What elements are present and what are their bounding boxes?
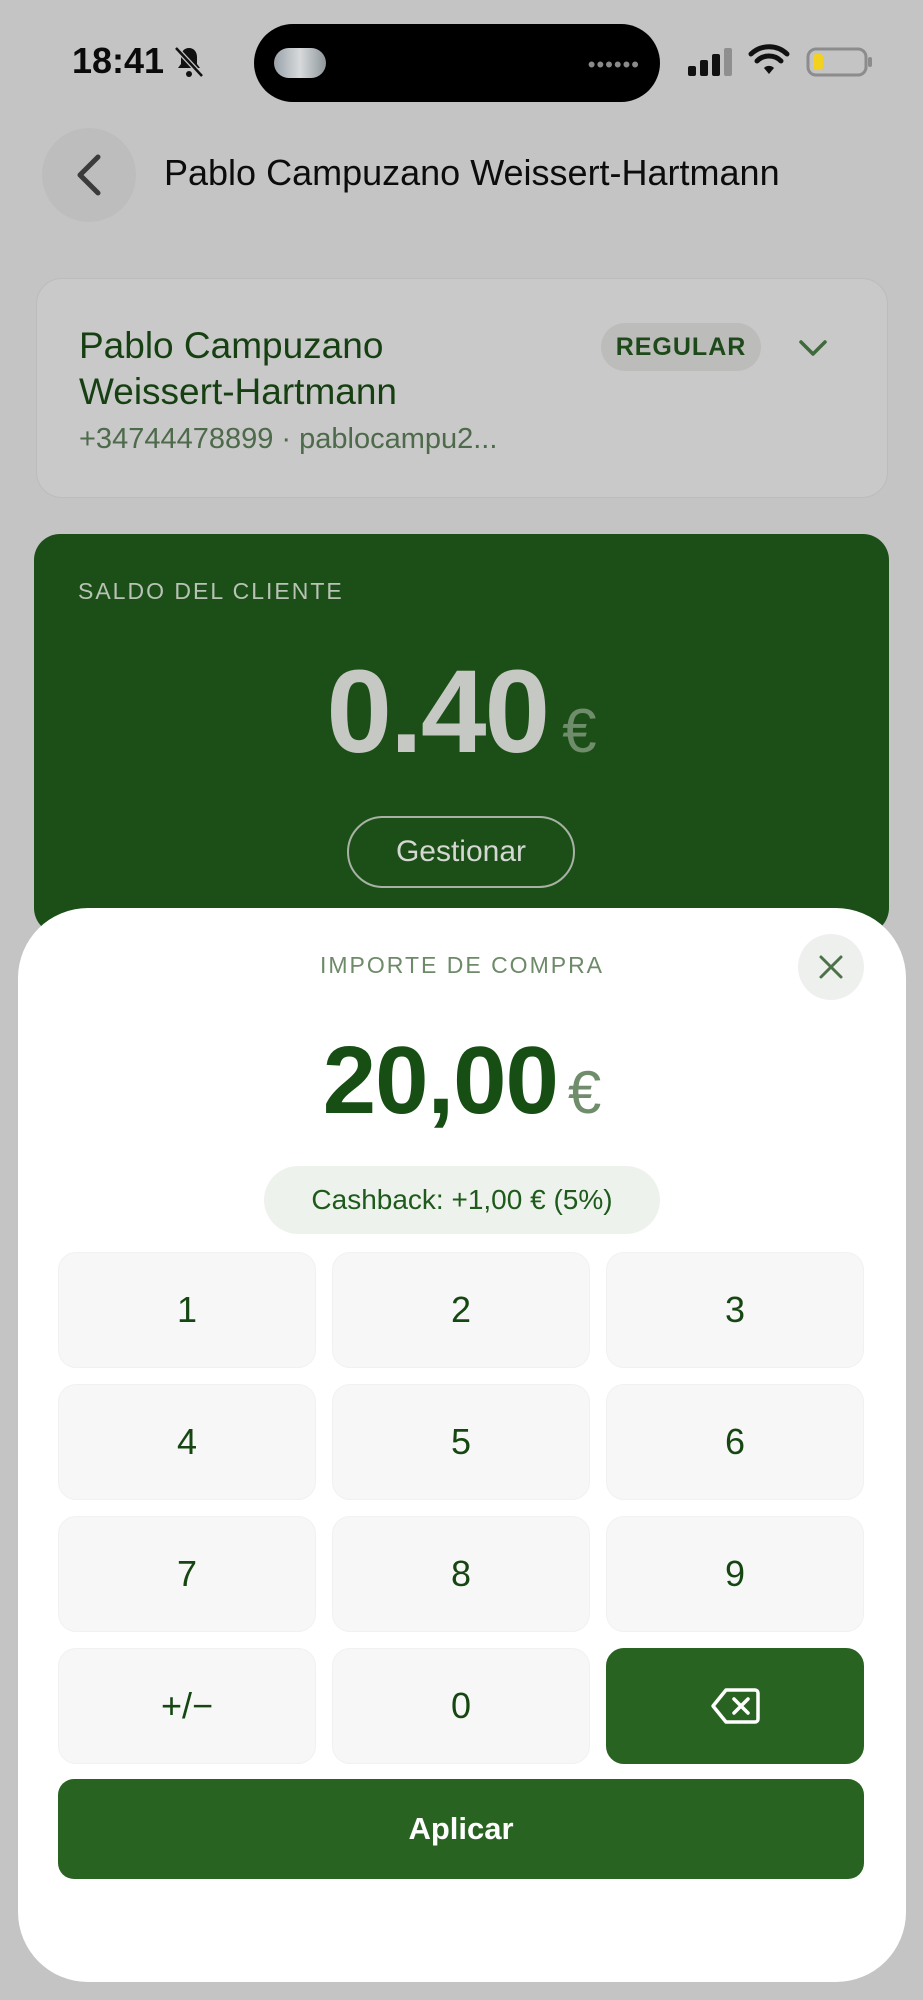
balance-value: 0.40 xyxy=(326,646,550,778)
key-1[interactable]: 1 xyxy=(58,1252,316,1368)
purchase-amount: 20,00 € xyxy=(18,1026,906,1136)
key-4[interactable]: 4 xyxy=(58,1384,316,1500)
key-2[interactable]: 2 xyxy=(332,1252,590,1368)
close-button[interactable] xyxy=(798,934,864,1000)
backspace-button[interactable] xyxy=(606,1648,864,1764)
customer-name: Pablo Campuzano Weissert-Hartmann xyxy=(79,325,398,412)
customer-contact: +34744478899 · pablocampu2... xyxy=(79,423,498,455)
key-0[interactable]: 0 xyxy=(332,1648,590,1764)
balance-card: SALDO DEL CLIENTE 0.40 € Gestionar xyxy=(34,534,889,934)
dynamic-island: •••••• xyxy=(254,24,660,102)
manage-button[interactable]: Gestionar xyxy=(347,816,575,888)
status-badge: REGULAR xyxy=(601,323,761,371)
backspace-icon xyxy=(711,1688,760,1724)
apply-button[interactable]: Aplicar xyxy=(58,1779,864,1879)
battery-icon xyxy=(806,47,872,77)
amount-currency: € xyxy=(567,1059,602,1126)
chevron-down-icon[interactable] xyxy=(793,333,833,363)
wifi-icon xyxy=(748,44,790,74)
page-title: Pablo Campuzano Weissert-Hartmann xyxy=(164,152,780,193)
key-plus-minus[interactable]: +/− xyxy=(58,1648,316,1764)
customer-card[interactable]: Pablo Campuzano Weissert-Hartmann +34744… xyxy=(36,278,888,498)
key-5[interactable]: 5 xyxy=(332,1384,590,1500)
balance-label: SALDO DEL CLIENTE xyxy=(78,578,344,604)
purchase-amount-sheet: IMPORTE DE COMPRA 20,00 € Cashback: +1,00… xyxy=(18,908,906,1982)
balance-currency: € xyxy=(562,697,597,766)
status-bar: 18:41 •••••• xyxy=(0,0,923,120)
key-6[interactable]: 6 xyxy=(606,1384,864,1500)
close-icon xyxy=(819,955,843,979)
key-7[interactable]: 7 xyxy=(58,1516,316,1632)
island-avatar-icon xyxy=(274,48,326,78)
back-button[interactable] xyxy=(42,128,136,222)
cashback-badge: Cashback: +1,00 € (5%) xyxy=(264,1166,660,1234)
amount-value: 20,00 xyxy=(322,1027,559,1134)
sheet-title: IMPORTE DE COMPRA xyxy=(319,952,605,978)
key-3[interactable]: 3 xyxy=(606,1252,864,1368)
signal-icon xyxy=(688,48,732,76)
bell-off-icon xyxy=(174,46,204,78)
status-time: 18:41 xyxy=(72,40,165,81)
key-9[interactable]: 9 xyxy=(606,1516,864,1632)
chevron-left-icon xyxy=(77,154,101,196)
balance-amount: 0.40 € xyxy=(34,644,889,780)
key-8[interactable]: 8 xyxy=(332,1516,590,1632)
island-dots-icon: •••••• xyxy=(587,52,640,77)
